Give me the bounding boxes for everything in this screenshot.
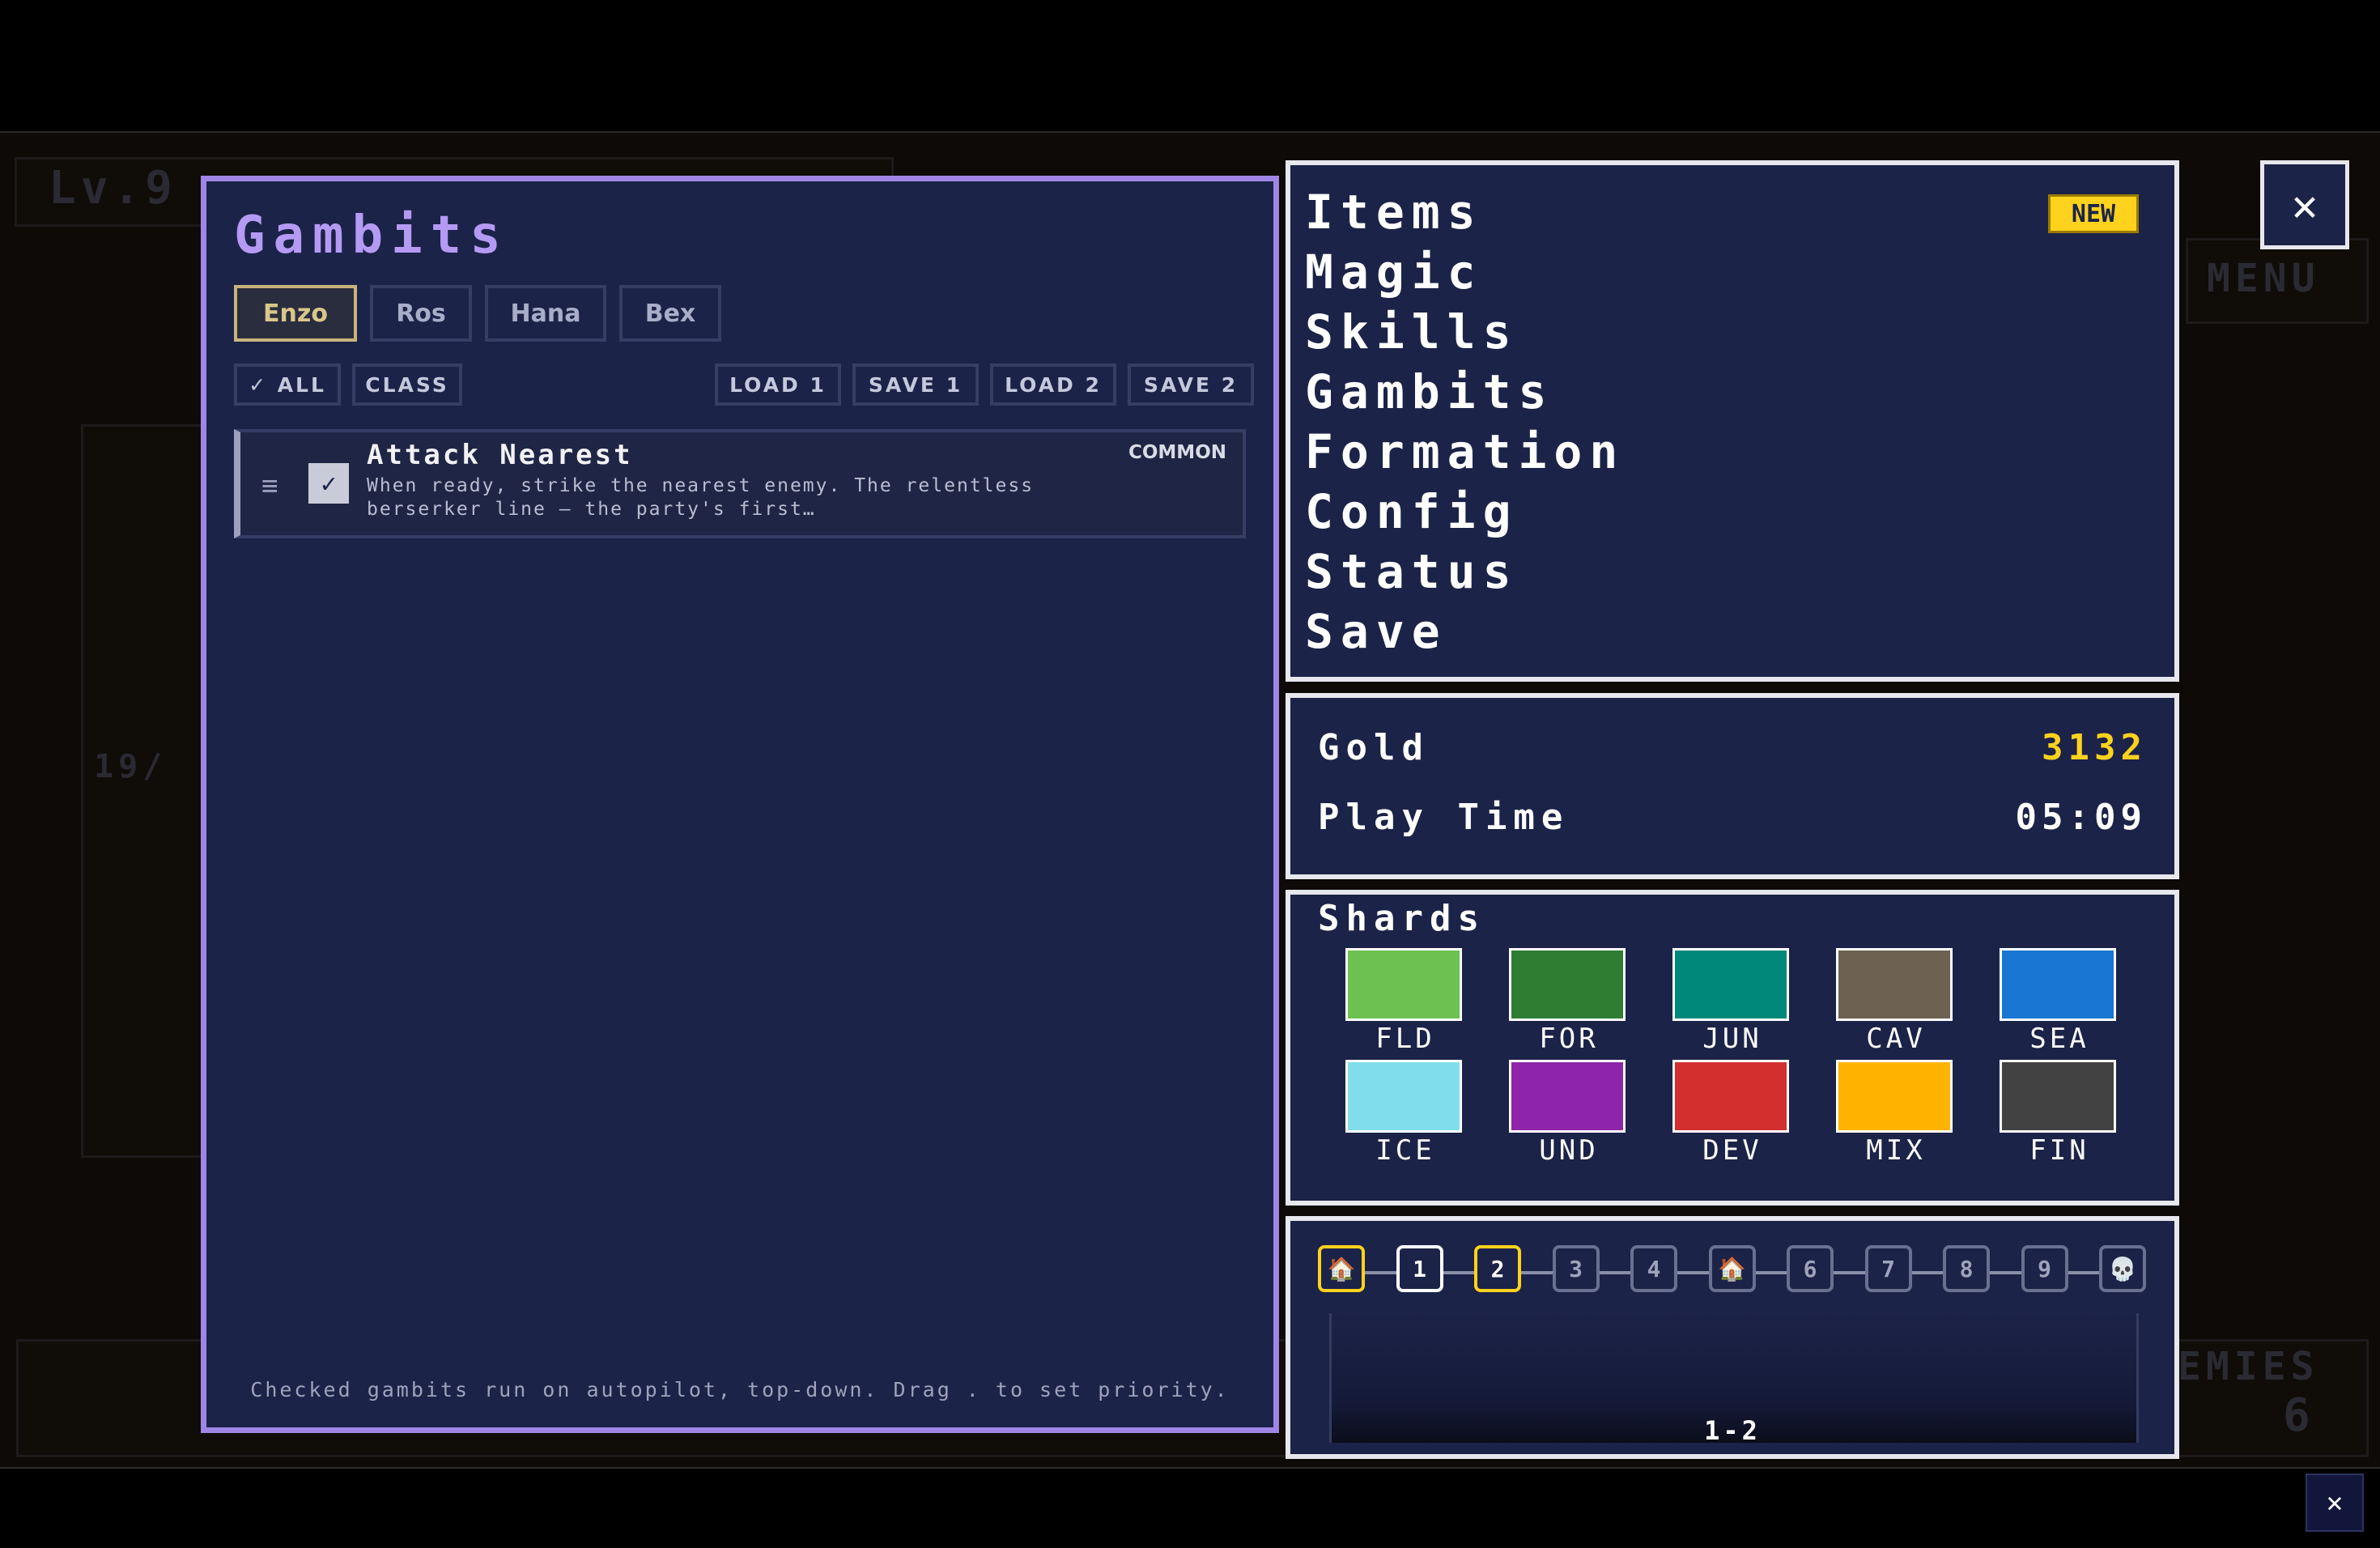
enemies-count: 6 bbox=[2283, 1389, 2315, 1442]
shard-label: ICE bbox=[1375, 1134, 1435, 1167]
close-icon[interactable]: ✕ bbox=[2260, 160, 2349, 249]
player-level-text: Lv.9 bbox=[49, 162, 177, 215]
gambit-checkbox[interactable]: ✓ bbox=[308, 463, 349, 504]
shard-label: DEV bbox=[1702, 1134, 1762, 1167]
shard-sea: SEA bbox=[2000, 948, 2119, 1055]
enemies-label: EMIES bbox=[2178, 1344, 2319, 1389]
playtime-value: 05:09 bbox=[2015, 797, 2147, 838]
stage-node-7[interactable]: 7 bbox=[1864, 1245, 1912, 1292]
shard-swatch bbox=[1345, 948, 1462, 1021]
shard-fin: FIN bbox=[2000, 1060, 2119, 1167]
stage-node-9[interactable]: 9 bbox=[2021, 1245, 2068, 1292]
stage-label: 1-2 bbox=[1704, 1415, 1761, 1446]
gambits-panel: Gambits Enzo Ros Hana Bex ✓ ALL CLASS LO… bbox=[201, 176, 1279, 1433]
shard-swatch bbox=[2000, 1060, 2116, 1133]
party-hp-text: 19/ bbox=[94, 748, 168, 785]
shard-label: MIX bbox=[1866, 1134, 1926, 1167]
shard-swatch bbox=[1672, 1060, 1789, 1133]
gambit-name: Attack Nearest bbox=[367, 439, 633, 471]
shard-label: FIN bbox=[2029, 1134, 2089, 1167]
new-badge: NEW bbox=[2048, 194, 2139, 233]
stage-node-4[interactable]: 4 bbox=[1630, 1245, 1677, 1292]
gambit-description: When ready, strike the nearest enemy. Th… bbox=[367, 475, 1035, 520]
stats-panel: Gold 3132 Play Time 05:09 bbox=[1286, 693, 2179, 879]
save-2-button[interactable]: SAVE 2 bbox=[1128, 364, 1254, 406]
menu-item-skills[interactable]: Skills bbox=[1305, 308, 1519, 356]
menu-button-bg-label: MENU bbox=[2207, 256, 2320, 301]
menu-item-status[interactable]: Status bbox=[1305, 547, 1519, 596]
menu-item-items[interactable]: Items bbox=[1305, 188, 1483, 236]
stage-node-home-icon[interactable]: 🏠 bbox=[1708, 1245, 1756, 1292]
gambit-rarity-badge: COMMON bbox=[1128, 442, 1226, 463]
shard-swatch bbox=[1509, 948, 1626, 1021]
gambit-row[interactable]: ≡ ✓ Attack Nearest When ready, strike th… bbox=[234, 429, 1246, 538]
shard-swatch bbox=[2000, 948, 2116, 1021]
shard-swatch bbox=[1672, 948, 1789, 1021]
shard-und: UND bbox=[1509, 1060, 1629, 1167]
stage-node-home-icon[interactable]: 🏠 bbox=[1318, 1245, 1365, 1292]
shard-swatch bbox=[1836, 1060, 1953, 1133]
stage-node-skull-icon[interactable]: 💀 bbox=[2099, 1245, 2146, 1292]
menu-item-gambits[interactable]: Gambits bbox=[1305, 368, 1553, 416]
shard-dev: DEV bbox=[1672, 1060, 1792, 1167]
tab-ros[interactable]: Ros bbox=[370, 285, 472, 342]
tab-enzo[interactable]: Enzo bbox=[234, 285, 357, 342]
filter-all-button[interactable]: ✓ ALL bbox=[234, 364, 341, 406]
stage-node-8[interactable]: 8 bbox=[1943, 1245, 1990, 1292]
tab-hana[interactable]: Hana bbox=[485, 285, 606, 342]
shard-label: CAV bbox=[1866, 1023, 1926, 1055]
shard-swatch bbox=[1836, 948, 1953, 1021]
shard-label: JUN bbox=[1702, 1023, 1762, 1055]
stage-node-1[interactable]: 1 bbox=[1396, 1245, 1443, 1292]
shard-for: FOR bbox=[1509, 948, 1629, 1055]
shard-label: FOR bbox=[1539, 1023, 1599, 1055]
gold-label: Gold bbox=[1318, 727, 1430, 768]
shards-panel: Shards FLD FOR JUN CAV SEA ICE UND DEV MIX FIN bbox=[1286, 890, 2179, 1206]
shard-ice: ICE bbox=[1345, 1060, 1465, 1167]
gambits-footer-hint: Checked gambits run on autopilot, top-do… bbox=[250, 1378, 1230, 1401]
drag-handle-icon[interactable]: ≡ bbox=[261, 470, 278, 502]
main-menu-panel: Items NEW Magic Skills Gambits Formation… bbox=[1286, 160, 2179, 682]
shard-label: FLD bbox=[1375, 1023, 1435, 1055]
menu-item-config[interactable]: Config bbox=[1305, 487, 1519, 536]
party-slot-bg bbox=[81, 424, 207, 1158]
stage-node-6[interactable]: 6 bbox=[1787, 1245, 1834, 1292]
load-2-button[interactable]: LOAD 2 bbox=[990, 364, 1116, 406]
save-1-button[interactable]: SAVE 1 bbox=[852, 364, 979, 406]
filter-class-button[interactable]: CLASS bbox=[352, 364, 462, 406]
shards-title: Shards bbox=[1318, 898, 1485, 939]
playtime-label: Play Time bbox=[1318, 797, 1570, 838]
shard-swatch bbox=[1345, 1060, 1462, 1133]
load-1-button[interactable]: LOAD 1 bbox=[715, 364, 841, 406]
shard-cav: CAV bbox=[1836, 948, 1956, 1055]
menu-item-save[interactable]: Save bbox=[1305, 607, 1447, 656]
shard-label: UND bbox=[1539, 1134, 1599, 1167]
gold-value: 3132 bbox=[2042, 727, 2147, 768]
stage-map-panel: 🏠 1 2 3 4 🏠 6 7 8 9 💀 1-2 bbox=[1286, 1216, 2179, 1459]
shard-swatch bbox=[1509, 1060, 1626, 1133]
stage-node-3[interactable]: 3 bbox=[1552, 1245, 1600, 1292]
shard-mix: MIX bbox=[1836, 1060, 1956, 1167]
shard-label: SEA bbox=[2029, 1023, 2089, 1055]
menu-item-magic[interactable]: Magic bbox=[1305, 248, 1483, 296]
stage-node-2[interactable]: 2 bbox=[1474, 1245, 1521, 1292]
shard-jun: JUN bbox=[1672, 948, 1792, 1055]
tab-bex[interactable]: Bex bbox=[619, 285, 721, 342]
bottom-close-icon[interactable]: ✕ bbox=[2306, 1474, 2364, 1532]
shard-fld: FLD bbox=[1345, 948, 1465, 1055]
menu-item-formation[interactable]: Formation bbox=[1305, 427, 1625, 476]
gambits-title: Gambits bbox=[234, 206, 509, 266]
